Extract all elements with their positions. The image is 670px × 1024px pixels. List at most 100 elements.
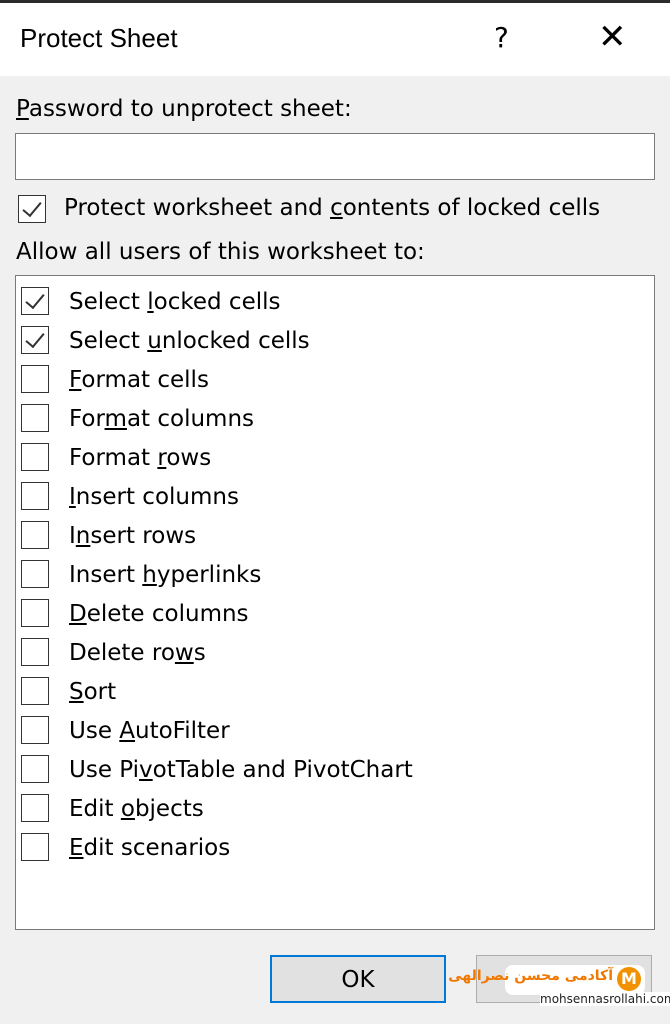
permission-item[interactable]: Delete rows bbox=[16, 635, 616, 669]
checkbox[interactable] bbox=[21, 833, 49, 861]
access-key: r bbox=[157, 445, 167, 471]
permission-item[interactable]: Sort bbox=[16, 674, 616, 708]
permission-item[interactable]: Format cells bbox=[16, 362, 616, 396]
checkbox[interactable] bbox=[21, 443, 49, 471]
access-key: n bbox=[75, 523, 91, 549]
permission-item[interactable]: Edit objects bbox=[16, 791, 616, 825]
access-key: m bbox=[104, 406, 127, 432]
label-part: Select bbox=[69, 289, 148, 315]
permission-item[interactable]: Insert columns bbox=[16, 479, 616, 513]
label-part: Select bbox=[69, 328, 148, 354]
permission-item[interactable]: Use PivotTable and PivotChart bbox=[16, 752, 616, 786]
label-part: dit scenarios bbox=[83, 835, 231, 861]
label-part: Format bbox=[69, 445, 158, 471]
checkbox[interactable] bbox=[21, 404, 49, 432]
checkbox[interactable] bbox=[21, 794, 49, 822]
permission-label: Use AutoFilter bbox=[69, 718, 230, 744]
permission-item[interactable]: Edit scenarios bbox=[16, 830, 616, 864]
label-part: ocked cells bbox=[153, 289, 281, 315]
permission-label: Insert hyperlinks bbox=[69, 562, 261, 588]
permission-label: Use PivotTable and PivotChart bbox=[69, 757, 413, 783]
permission-label: Delete columns bbox=[69, 601, 249, 627]
label-part: assword to unprotect sheet: bbox=[28, 96, 352, 122]
label-part: at columns bbox=[126, 406, 255, 432]
label-part: Insert bbox=[69, 562, 143, 588]
dialog-title: Protect Sheet bbox=[20, 23, 178, 53]
checkbox[interactable] bbox=[21, 482, 49, 510]
access-key: u bbox=[147, 328, 162, 354]
checkbox[interactable] bbox=[21, 365, 49, 393]
label-part: otTable and PivotChart bbox=[152, 757, 413, 783]
access-key: I bbox=[69, 484, 76, 510]
permission-label: Sort bbox=[69, 679, 116, 705]
permissions-list[interactable]: Select locked cells Select unlocked cells… bbox=[15, 275, 655, 930]
access-key: o bbox=[120, 796, 135, 822]
label-part: utoFilter bbox=[135, 718, 230, 744]
label-part: Protect worksheet and bbox=[64, 195, 331, 221]
ok-button[interactable]: OK bbox=[270, 955, 446, 1003]
label-part: bjects bbox=[134, 796, 204, 822]
permission-item[interactable]: Format columns bbox=[16, 401, 616, 435]
access-key: E bbox=[69, 835, 84, 861]
checkbox[interactable] bbox=[21, 521, 49, 549]
label-part: Use bbox=[69, 718, 120, 744]
label-part: yperlinks bbox=[156, 562, 262, 588]
label-part: Edit bbox=[69, 796, 121, 822]
label-part: sert rows bbox=[90, 523, 197, 549]
permission-item[interactable]: Format rows bbox=[16, 440, 616, 474]
password-input[interactable] bbox=[15, 133, 655, 180]
checkbox[interactable] bbox=[21, 599, 49, 627]
access-key: F bbox=[69, 367, 82, 393]
permission-label: Format cells bbox=[69, 367, 209, 393]
access-key: A bbox=[119, 718, 136, 744]
label-part: s bbox=[193, 640, 206, 666]
checkbox[interactable] bbox=[21, 716, 49, 744]
access-key: D bbox=[69, 601, 87, 627]
protect-label: Protect worksheet and contents of locked… bbox=[64, 195, 600, 221]
permission-item[interactable]: Delete columns bbox=[16, 596, 616, 630]
permission-label: Select unlocked cells bbox=[69, 328, 310, 354]
access-key: P bbox=[16, 96, 29, 122]
access-key: v bbox=[139, 757, 153, 783]
help-button[interactable]: ? bbox=[494, 21, 509, 54]
label-part: ormat cells bbox=[81, 367, 209, 393]
checkbox[interactable] bbox=[18, 195, 46, 223]
watermark-url: mohsennasrollahi.com bbox=[540, 992, 670, 1006]
label-part: For bbox=[69, 406, 105, 432]
permission-label: Format rows bbox=[69, 445, 211, 471]
label-part: elete columns bbox=[86, 601, 249, 627]
permission-item[interactable]: Insert hyperlinks bbox=[16, 557, 616, 591]
permission-label: Format columns bbox=[69, 406, 254, 432]
checkbox[interactable] bbox=[21, 755, 49, 783]
allow-label: Allow all users of this worksheet to: bbox=[16, 239, 425, 265]
checkbox[interactable] bbox=[21, 287, 49, 315]
access-key: w bbox=[174, 640, 194, 666]
access-key: h bbox=[142, 562, 157, 588]
close-button[interactable]: ✕ bbox=[598, 17, 627, 57]
permission-label: Select locked cells bbox=[69, 289, 281, 315]
access-key: c bbox=[330, 195, 343, 221]
checkbox[interactable] bbox=[21, 560, 49, 588]
label-part: nlocked cells bbox=[161, 328, 310, 354]
label-part: I bbox=[69, 523, 76, 549]
logo-text: آکادمی محسن نصرالهی bbox=[448, 968, 613, 984]
label-part: ows bbox=[166, 445, 212, 471]
permission-label: Edit objects bbox=[69, 796, 204, 822]
label-part: Use Pi bbox=[69, 757, 140, 783]
label-part: ontents of locked cells bbox=[342, 195, 601, 221]
checkbox[interactable] bbox=[21, 677, 49, 705]
permission-label: Delete rows bbox=[69, 640, 206, 666]
permission-label: Insert rows bbox=[69, 523, 196, 549]
permission-item[interactable]: Use AutoFilter bbox=[16, 713, 616, 747]
permission-label: Insert columns bbox=[69, 484, 239, 510]
access-key: S bbox=[69, 679, 84, 705]
permission-item[interactable]: Select unlocked cells bbox=[16, 323, 616, 357]
password-label: Password to unprotect sheet: bbox=[16, 96, 352, 122]
checkbox[interactable] bbox=[21, 638, 49, 666]
checkbox[interactable] bbox=[21, 326, 49, 354]
label-part: nsert columns bbox=[75, 484, 239, 510]
permission-label: Edit scenarios bbox=[69, 835, 230, 861]
permission-item[interactable]: Insert rows bbox=[16, 518, 616, 552]
logo-icon: M bbox=[617, 967, 641, 991]
permission-item[interactable]: Select locked cells bbox=[16, 284, 616, 318]
